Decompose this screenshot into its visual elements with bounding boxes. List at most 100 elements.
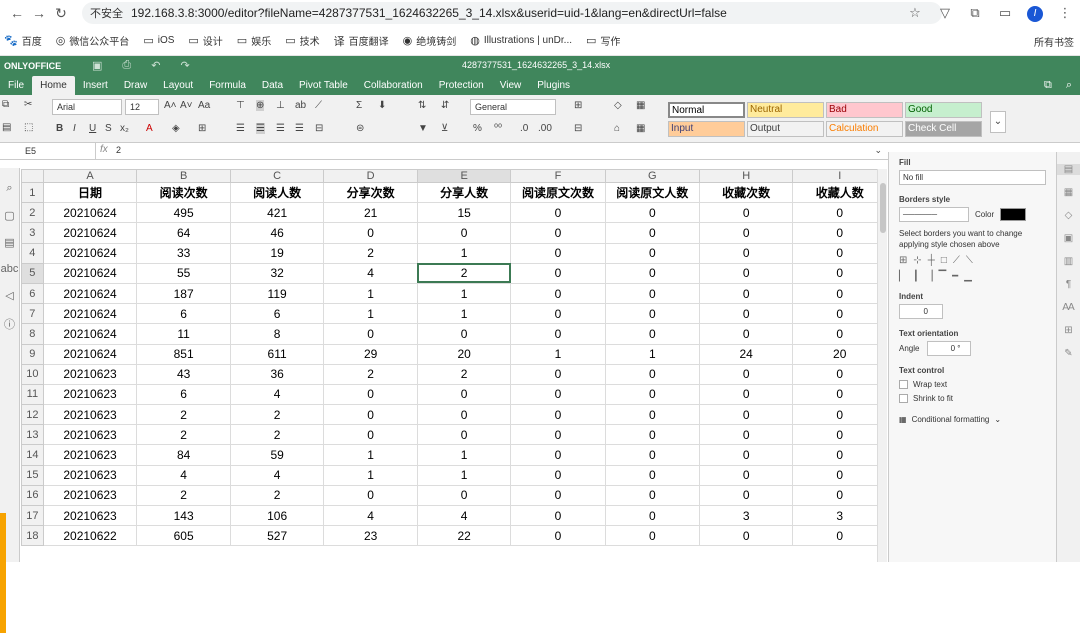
cell[interactable]: 2 — [323, 363, 418, 385]
cell[interactable]: 20210622 — [42, 525, 138, 547]
expand-formula-icon[interactable]: ⌄ — [874, 145, 882, 156]
cell-style-neutral[interactable]: Neutral — [747, 102, 824, 118]
row-header[interactable]: 10 — [21, 363, 44, 385]
align-bottom-icon[interactable]: ⊥ — [276, 100, 285, 111]
comma-style-icon[interactable]: ⁰⁰ — [494, 123, 502, 134]
cell[interactable]: 20210624 — [42, 303, 138, 325]
cell[interactable]: 2 — [229, 424, 325, 446]
bookmark-item[interactable]: 🐾 百度 — [4, 33, 42, 48]
puzzle-icon[interactable]: ⧉ — [960, 5, 990, 21]
cell-style-output[interactable]: Output — [747, 121, 824, 137]
checkbox[interactable] — [899, 394, 908, 403]
paragraph-settings-icon[interactable]: ¶ — [1057, 279, 1080, 290]
align-middle-icon[interactable]: ⊕ — [256, 100, 265, 111]
underline-icon[interactable]: U — [89, 123, 96, 134]
cell[interactable]: 1 — [416, 444, 512, 466]
diagonal-up-icon[interactable]: ⟋ — [953, 255, 960, 266]
fill-select[interactable]: No fill — [899, 170, 1046, 185]
cell[interactable]: 20210624 — [42, 242, 138, 264]
cell[interactable]: 55 — [136, 262, 231, 284]
cell[interactable]: 0 — [604, 424, 700, 446]
cell[interactable]: 4 — [323, 262, 418, 284]
cell[interactable]: 19 — [229, 242, 325, 264]
cell[interactable]: 20210623 — [42, 484, 138, 507]
outer-border-icon[interactable]: □ — [941, 255, 947, 266]
comments-icon[interactable]: ▢ — [0, 209, 19, 222]
cell[interactable]: 0 — [510, 383, 606, 406]
bookmark-item[interactable]: ◍ Illustrations | unDr... — [470, 34, 572, 47]
cell[interactable]: 20210623 — [42, 424, 138, 446]
row-header[interactable]: 9 — [21, 343, 44, 365]
cell[interactable]: 0 — [698, 242, 794, 264]
undo-icon[interactable]: ↶ — [151, 59, 160, 72]
row-header[interactable]: 12 — [21, 404, 44, 426]
cell[interactable]: 23 — [323, 525, 418, 547]
cell[interactable]: 0 — [698, 303, 794, 325]
row-header[interactable]: 15 — [21, 464, 44, 486]
column-header[interactable]: G — [604, 169, 700, 183]
tab-protection[interactable]: Protection — [431, 76, 492, 95]
menu-icon[interactable]: ⋮ — [1050, 5, 1080, 21]
cell[interactable]: 3 — [792, 504, 887, 527]
cell[interactable]: 421 — [229, 202, 325, 224]
reload-icon[interactable]: ↻ — [50, 5, 72, 22]
cell[interactable]: 4 — [323, 504, 418, 527]
subscript-icon[interactable]: x₂ — [120, 123, 129, 134]
bookmark-item[interactable]: 译百度翻译 — [334, 33, 389, 49]
border-color-picker[interactable] — [1000, 208, 1027, 221]
clear-filter-icon[interactable]: ⊻ — [441, 123, 448, 134]
cell[interactable]: 2 — [136, 404, 231, 426]
tab-layout[interactable]: Layout — [155, 76, 201, 95]
wrap-text-checkbox[interactable]: Wrap text — [899, 380, 1046, 389]
cell[interactable]: 0 — [604, 484, 700, 507]
cell[interactable]: 0 — [510, 363, 606, 385]
named-ranges-icon[interactable]: ⊜ — [356, 123, 364, 134]
cell[interactable]: 0 — [416, 484, 512, 507]
column-header[interactable]: A — [42, 169, 138, 183]
cell[interactable]: 1 — [323, 282, 418, 305]
formula-input[interactable]: 2 — [116, 145, 121, 155]
cell[interactable]: 0 — [604, 404, 700, 426]
cell[interactable]: 0 — [510, 242, 606, 264]
cell[interactable]: 32 — [229, 262, 325, 284]
cell[interactable]: 0 — [604, 202, 700, 224]
cell[interactable]: 4 — [136, 464, 231, 486]
shape-settings-icon[interactable]: ◇ — [1057, 210, 1080, 221]
cell[interactable]: 0 — [510, 424, 606, 446]
cell[interactable]: 0 — [698, 404, 794, 426]
cell[interactable]: 20210623 — [42, 464, 138, 486]
cell[interactable]: 22 — [416, 525, 512, 547]
borders-icon[interactable]: ⊞ — [198, 123, 206, 134]
vertical-scrollbar[interactable] — [877, 169, 887, 562]
cell[interactable]: 0 — [323, 323, 418, 345]
cell[interactable]: 4 — [229, 464, 325, 486]
cell[interactable]: 0 — [792, 424, 887, 446]
cell[interactable]: 0 — [604, 222, 700, 244]
percent-icon[interactable]: % — [473, 123, 482, 134]
bookmark-star-icon[interactable]: ☆ — [900, 5, 930, 21]
row-header[interactable]: 17 — [21, 504, 44, 527]
cell[interactable]: 0 — [792, 363, 887, 385]
cell[interactable]: 0 — [604, 282, 700, 305]
cell[interactable]: 0 — [416, 323, 512, 345]
indent-spinner[interactable]: 0 — [899, 304, 943, 319]
diagonal-down-icon[interactable]: ⟍ — [966, 255, 973, 266]
shrink-to-fit-checkbox[interactable]: Shrink to fit — [899, 394, 1046, 403]
address-bar[interactable]: 不安全 192.168.3.8:3000/editor?fileName=428… — [82, 2, 942, 24]
column-header[interactable]: I — [792, 169, 887, 183]
textart-settings-icon[interactable]: Ꜳ — [1057, 302, 1080, 313]
tab-file[interactable]: File — [0, 76, 32, 95]
font-color-icon[interactable]: A — [146, 123, 153, 134]
cell[interactable]: 495 — [136, 202, 231, 224]
cell[interactable]: 0 — [698, 484, 794, 507]
row-header[interactable]: 4 — [21, 242, 44, 264]
spellcheck-icon[interactable]: abc — [0, 263, 19, 275]
clear-icon[interactable]: ◇ — [614, 100, 622, 111]
cell-style-normal[interactable]: Normal — [668, 102, 745, 118]
cell[interactable]: 日期 — [42, 181, 138, 204]
chat-icon[interactable]: ▤ — [0, 236, 19, 249]
tab-insert[interactable]: Insert — [75, 76, 116, 95]
all-borders-icon[interactable]: ⊞ — [899, 255, 907, 266]
cell[interactable]: 0 — [792, 484, 887, 507]
cell[interactable]: 20210623 — [42, 444, 138, 466]
